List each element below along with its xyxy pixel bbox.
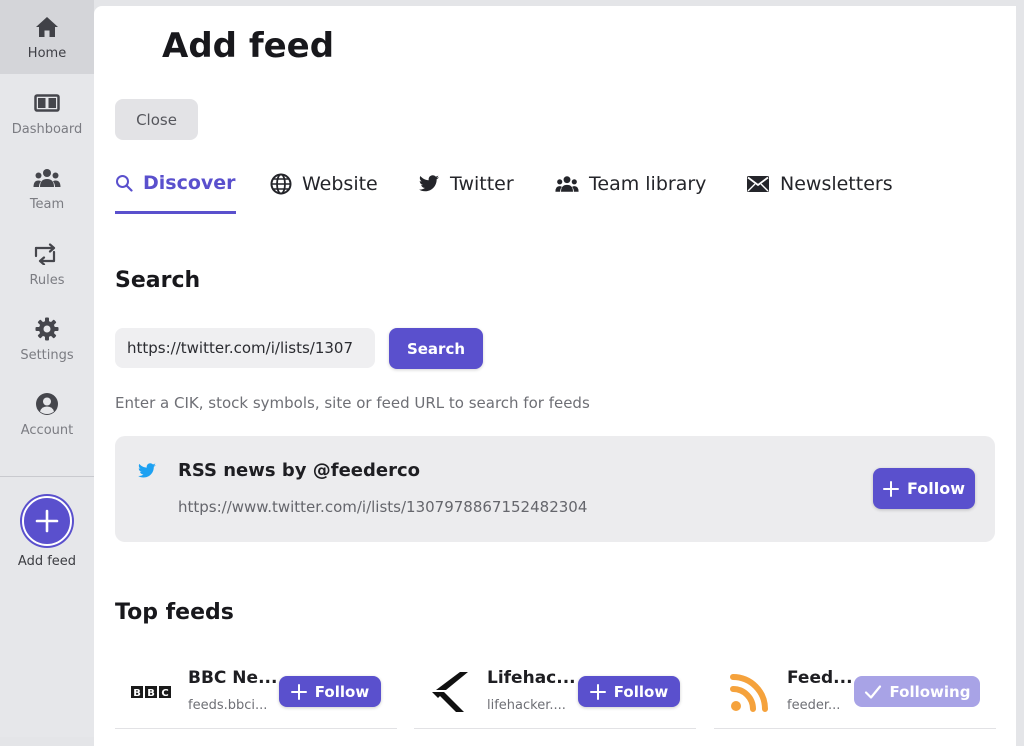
follow-label: Follow <box>314 682 370 701</box>
svg-text:B: B <box>133 688 141 699</box>
team-icon <box>33 165 61 191</box>
dashboard-icon <box>34 90 60 116</box>
tab-label: Team library <box>589 173 707 195</box>
sidebar-item-account[interactable]: Account <box>0 377 94 451</box>
sidebar-item-team[interactable]: Team <box>0 151 94 225</box>
twitter-icon <box>418 175 440 193</box>
tab-website[interactable]: Website <box>270 154 378 214</box>
team-icon <box>555 175 579 193</box>
tab-twitter[interactable]: Twitter <box>418 154 514 214</box>
top-feed-card: Feed... feeder... Following <box>714 656 996 729</box>
sidebar-item-rules[interactable]: Rules <box>0 227 94 301</box>
sidebar-item-label: Account <box>20 422 74 438</box>
tab-label: Newsletters <box>780 173 893 195</box>
tab-bar: Discover Website Twitter Team library Ne… <box>115 154 995 216</box>
svg-text:C: C <box>161 688 168 699</box>
top-feed-card: Lifehac... lifehacker.... Follow <box>414 656 696 729</box>
plus-icon <box>22 496 72 546</box>
sidebar-item-dashboard[interactable]: Dashboard <box>0 76 94 150</box>
lifehacker-logo <box>424 666 476 718</box>
feed-domain: feeds.bbci... <box>188 698 268 713</box>
tab-discover[interactable]: Discover <box>115 154 236 214</box>
following-button[interactable]: Following <box>854 676 980 707</box>
add-feed-label: Add feed <box>17 554 77 569</box>
following-label: Following <box>889 682 971 701</box>
check-icon <box>864 684 882 700</box>
close-button[interactable]: Close <box>115 99 198 140</box>
feed-name: BBC Ne... <box>188 668 278 688</box>
plus-icon <box>882 480 899 497</box>
result-feed-url: https://www.twitter.com/i/lists/13079788… <box>178 498 588 516</box>
follow-label: Follow <box>613 682 669 701</box>
search-button[interactable]: Search <box>389 328 483 369</box>
sidebar-item-label: Team <box>29 196 65 212</box>
search-icon <box>115 174 133 192</box>
svg-text:B: B <box>147 688 155 699</box>
follow-button[interactable]: Follow <box>578 676 680 707</box>
sidebar-item-label: Settings <box>20 347 74 363</box>
twitter-icon <box>137 463 157 483</box>
sidebar-item-label: Home <box>27 45 67 61</box>
top-feeds-title: Top feeds <box>115 600 234 625</box>
rules-icon <box>34 241 60 267</box>
sidebar-item-settings[interactable]: Settings <box>0 302 94 376</box>
search-result-card: RSS news by @feederco https://www.twitte… <box>115 436 995 542</box>
plus-icon <box>589 683 606 700</box>
plus-icon <box>290 683 307 700</box>
envelope-icon <box>746 175 770 193</box>
page-title: Add feed <box>162 26 335 66</box>
feed-name: Feed... <box>787 668 853 688</box>
home-icon <box>35 14 59 40</box>
sidebar: Home Dashboard Team Rules Settings Accou… <box>0 0 94 737</box>
follow-button[interactable]: Follow <box>873 468 975 509</box>
follow-label: Follow <box>906 479 965 498</box>
account-icon <box>35 391 59 417</box>
bbc-logo: B B C <box>125 666 177 718</box>
search-section-title: Search <box>115 268 201 293</box>
tab-team-library[interactable]: Team library <box>555 154 706 214</box>
result-feed-name: RSS news by @feederco <box>178 460 421 481</box>
feed-domain: feeder... <box>787 698 841 713</box>
rss-logo <box>724 666 776 718</box>
top-feed-card: B B C BBC Ne... feeds.bbci... Follow <box>115 656 397 729</box>
sidebar-item-home[interactable]: Home <box>0 0 94 74</box>
search-input[interactable] <box>115 328 375 368</box>
add-feed-panel: Add feed Close Discover Website Twitter … <box>94 6 1016 746</box>
search-hint: Enter a CIK, stock symbols, site or feed… <box>115 394 590 412</box>
add-feed-button[interactable]: Add feed <box>0 490 94 570</box>
sidebar-item-label: Dashboard <box>11 121 83 137</box>
feed-name: Lifehac... <box>487 668 576 688</box>
tab-label: Twitter <box>450 173 514 195</box>
gear-icon <box>35 316 59 342</box>
tab-label: Discover <box>143 171 236 194</box>
tab-label: Website <box>302 173 378 195</box>
globe-icon <box>270 173 292 195</box>
feed-domain: lifehacker.... <box>487 698 566 713</box>
sidebar-item-label: Rules <box>29 272 65 288</box>
sidebar-divider <box>0 476 94 477</box>
follow-button[interactable]: Follow <box>279 676 381 707</box>
tab-newsletters[interactable]: Newsletters <box>746 154 893 214</box>
